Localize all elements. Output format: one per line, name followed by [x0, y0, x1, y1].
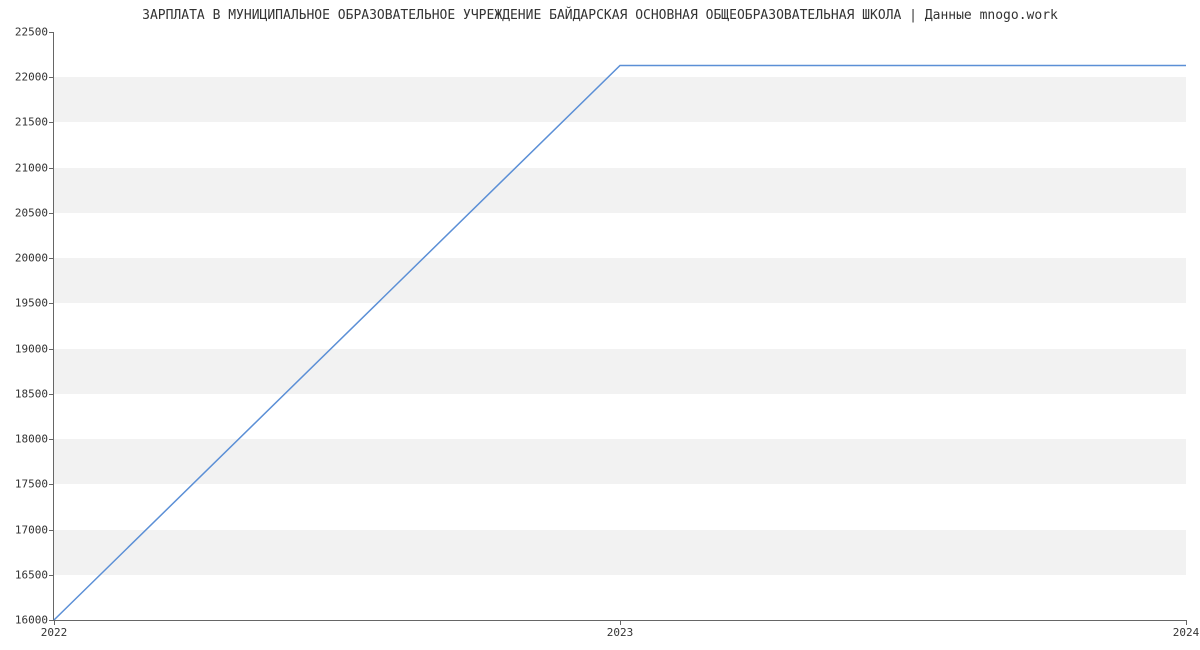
plot-area: 1600016500170001750018000185001900019500… — [53, 32, 1186, 621]
y-tick-mark — [49, 349, 54, 350]
y-tick-mark — [49, 530, 54, 531]
y-tick-mark — [49, 575, 54, 576]
y-tick-mark — [49, 77, 54, 78]
x-tick-mark — [1186, 620, 1187, 625]
chart-container: ЗАРПЛАТА В МУНИЦИПАЛЬНОЕ ОБРАЗОВАТЕЛЬНОЕ… — [0, 0, 1200, 650]
x-tick-mark — [54, 620, 55, 625]
y-tick-mark — [49, 168, 54, 169]
y-tick-mark — [49, 303, 54, 304]
y-tick-mark — [49, 484, 54, 485]
y-tick-mark — [49, 122, 54, 123]
x-tick-mark — [620, 620, 621, 625]
line-layer — [54, 32, 1186, 620]
y-tick-mark — [49, 439, 54, 440]
y-tick-mark — [49, 32, 54, 33]
y-tick-mark — [49, 213, 54, 214]
y-tick-mark — [49, 258, 54, 259]
data-line — [54, 65, 1186, 620]
chart-title: ЗАРПЛАТА В МУНИЦИПАЛЬНОЕ ОБРАЗОВАТЕЛЬНОЕ… — [0, 8, 1200, 23]
y-tick-mark — [49, 394, 54, 395]
